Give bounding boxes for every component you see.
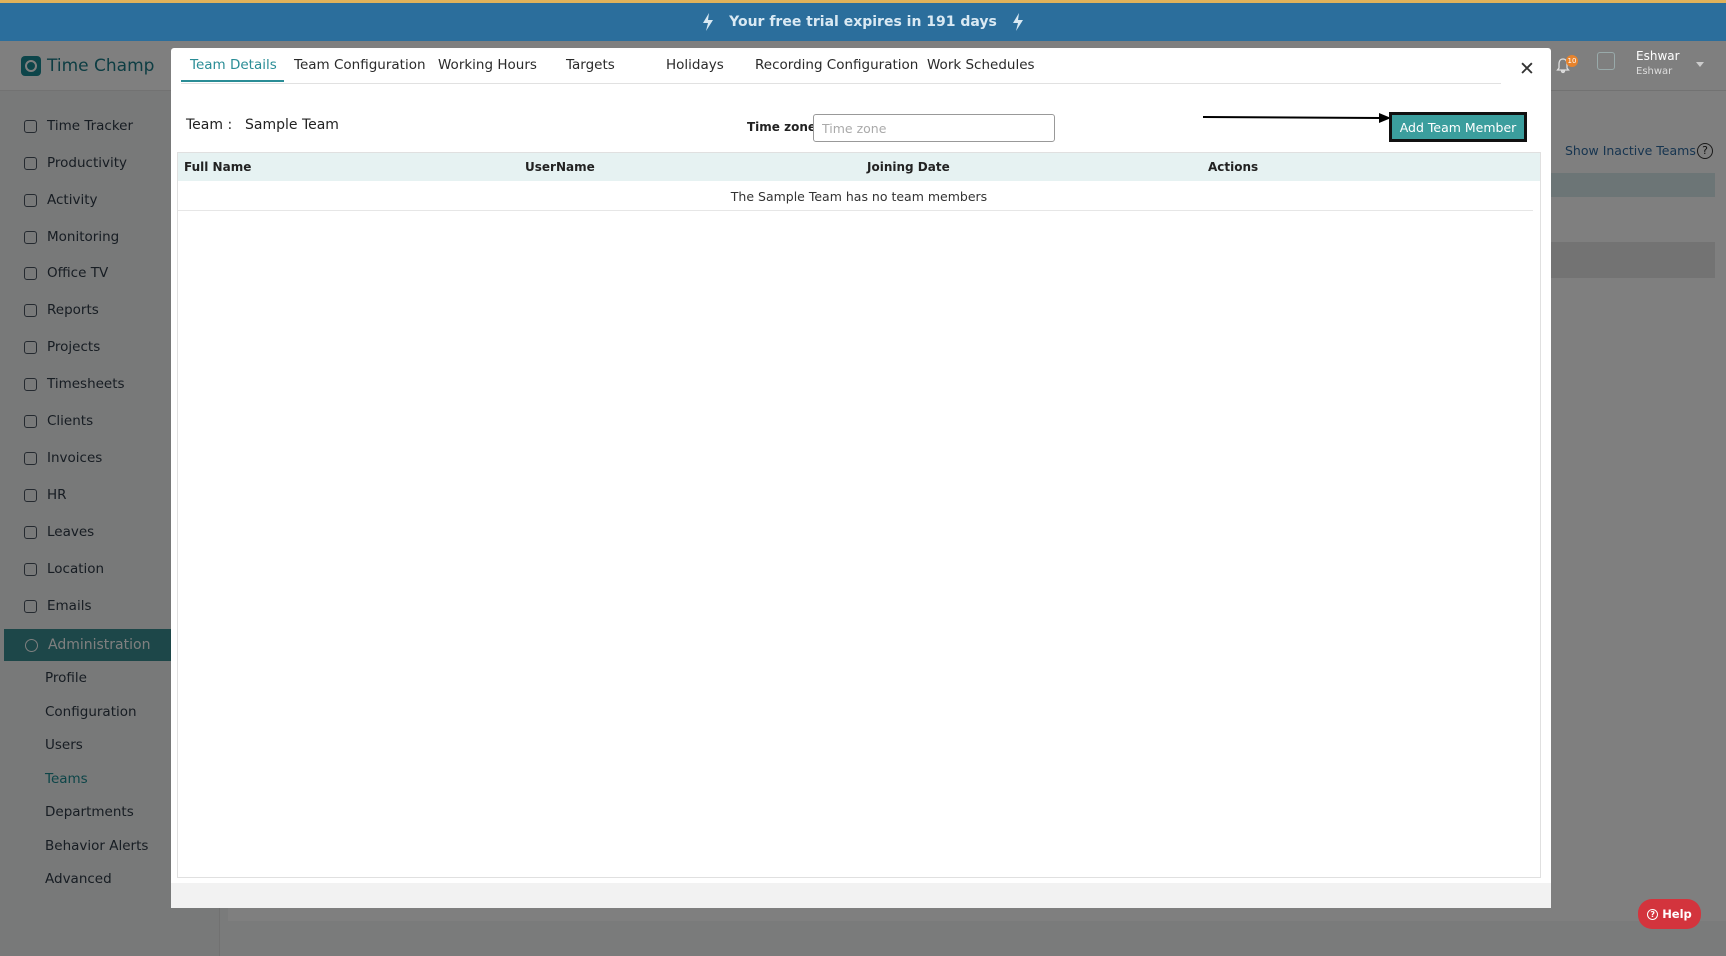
lightning-icon xyxy=(703,13,714,31)
help-button[interactable]: ? Help xyxy=(1638,899,1701,929)
tab-holidays[interactable]: Holidays xyxy=(666,57,724,73)
user-subtitle: Eshwar xyxy=(1636,66,1673,77)
tab-work-schedules[interactable]: Work Schedules xyxy=(927,57,1035,73)
modal-footer xyxy=(171,883,1551,908)
help-button-label: Help xyxy=(1662,907,1692,921)
tab-working-hours[interactable]: Working Hours xyxy=(438,57,537,73)
notification-badge: 10 xyxy=(1566,55,1578,67)
row-divider xyxy=(178,210,1533,211)
trial-banner-text: Your free trial expires in 191 days xyxy=(729,14,997,30)
tab-targets[interactable]: Targets xyxy=(566,57,615,73)
annotation-arrow xyxy=(1202,113,1391,123)
timezone-input[interactable] xyxy=(813,114,1055,142)
column-header-full-name[interactable]: Full Name xyxy=(184,160,251,174)
add-team-member-button[interactable]: Add Team Member xyxy=(1389,112,1527,142)
team-details-modal: Team Details Team Configuration Working … xyxy=(171,48,1551,908)
empty-table-message: The Sample Team has no team members xyxy=(730,189,988,204)
avatar[interactable] xyxy=(1597,52,1615,70)
column-header-joining-date[interactable]: Joining Date xyxy=(867,160,950,174)
column-header-username[interactable]: UserName xyxy=(525,160,595,174)
team-label: Team : xyxy=(186,117,233,133)
active-tab-indicator xyxy=(181,80,284,82)
team-name: Sample Team xyxy=(245,117,339,133)
trial-banner: Your free trial expires in 191 days xyxy=(0,0,1726,41)
table-header: Full Name UserName Joining Date Actions xyxy=(178,153,1540,181)
chevron-down-icon[interactable] xyxy=(1696,62,1704,67)
team-members-table: Full Name UserName Joining Date Actions … xyxy=(177,152,1541,878)
modal-tabs: Team Details Team Configuration Working … xyxy=(181,48,1501,84)
tab-team-configuration[interactable]: Team Configuration xyxy=(294,57,426,73)
question-icon: ? xyxy=(1647,908,1659,920)
close-icon[interactable]: ✕ xyxy=(1516,58,1538,80)
user-name[interactable]: Eshwar xyxy=(1636,49,1680,63)
tab-team-details[interactable]: Team Details xyxy=(190,57,277,73)
lightning-icon xyxy=(1012,13,1023,31)
tab-recording-configuration[interactable]: Recording Configuration xyxy=(755,57,918,73)
column-header-actions: Actions xyxy=(1208,160,1259,174)
